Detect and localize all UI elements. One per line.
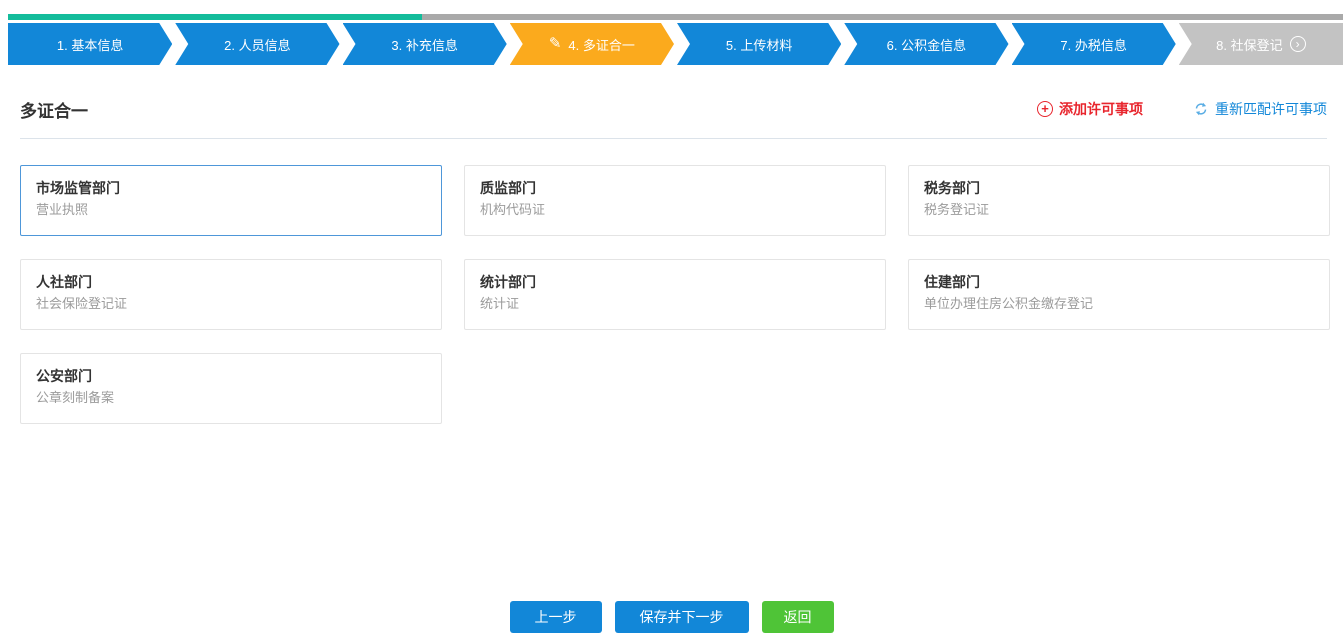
header-actions: + 添加许可事项 重新匹配许可事项 xyxy=(1037,99,1327,119)
certificate-card[interactable]: 质监部门机构代码证 xyxy=(464,165,886,236)
certificate-card[interactable]: 住建部门单位办理住房公积金缴存登记 xyxy=(908,259,1330,330)
wizard-step-label: 6. 公积金信息 xyxy=(887,35,966,54)
wizard-progress-track xyxy=(8,14,1343,20)
wizard-step-label: 2. 人员信息 xyxy=(224,35,290,54)
wizard-step-4[interactable]: ✎ 4. 多证合一 xyxy=(510,23,674,65)
back-button[interactable]: 返回 xyxy=(762,601,834,633)
refresh-icon xyxy=(1193,101,1209,117)
card-certificate: 统计证 xyxy=(480,293,870,314)
wizard-step-label: 3. 补充信息 xyxy=(391,35,457,54)
card-department: 质监部门 xyxy=(480,177,870,199)
certificate-card[interactable]: 统计部门统计证 xyxy=(464,259,886,330)
page-title: 多证合一 xyxy=(20,97,88,122)
wizard-step-2[interactable]: 2. 人员信息 xyxy=(175,23,339,65)
certificate-card[interactable]: 市场监管部门营业执照 xyxy=(20,165,442,236)
card-certificate: 税务登记证 xyxy=(924,199,1314,220)
card-certificate: 机构代码证 xyxy=(480,199,870,220)
wizard-step-label: 5. 上传材料 xyxy=(726,35,792,54)
wizard-step-1[interactable]: 1. 基本信息 xyxy=(8,23,172,65)
footer-buttons: 上一步 保存并下一步 返回 xyxy=(0,601,1343,633)
wizard-step-label: 1. 基本信息 xyxy=(57,35,123,54)
card-certificate: 公章刻制备案 xyxy=(36,387,426,408)
wizard-step-6[interactable]: 6. 公积金信息 xyxy=(844,23,1008,65)
save-next-button[interactable]: 保存并下一步 xyxy=(615,601,749,633)
wizard-progress-fill xyxy=(8,14,422,20)
card-certificate: 社会保险登记证 xyxy=(36,293,426,314)
plus-circle-icon: + xyxy=(1037,101,1053,117)
card-department: 税务部门 xyxy=(924,177,1314,199)
rematch-permit-label: 重新匹配许可事项 xyxy=(1215,99,1327,119)
page: 1. 基本信息 2. 人员信息 3. 补充信息 ✎ 4. 多证合一 5. 上传材料 6. 公… xyxy=(0,0,1343,643)
wizard-step-label: 4. 多证合一 xyxy=(568,35,634,54)
card-department: 公安部门 xyxy=(36,365,426,387)
chevron-circle-icon: › xyxy=(1290,36,1306,52)
certificate-card[interactable]: 公安部门公章刻制备案 xyxy=(20,353,442,424)
wizard-step-3[interactable]: 3. 补充信息 xyxy=(343,23,507,65)
wizard-stepper: 1. 基本信息 2. 人员信息 3. 补充信息 ✎ 4. 多证合一 5. 上传材料 6. 公… xyxy=(8,23,1343,65)
card-department: 住建部门 xyxy=(924,271,1314,293)
section-header: 多证合一 + 添加许可事项 重新匹配许可事项 xyxy=(20,94,1327,124)
certificate-card-grid: 市场监管部门营业执照质监部门机构代码证税务部门税务登记证人社部门社会保险登记证统… xyxy=(20,165,1330,424)
add-permit-link[interactable]: + 添加许可事项 xyxy=(1037,99,1143,119)
certificate-card[interactable]: 税务部门税务登记证 xyxy=(908,165,1330,236)
card-department: 人社部门 xyxy=(36,271,426,293)
wizard-step-8[interactable]: 8. 社保登记 › xyxy=(1179,23,1343,65)
card-department: 统计部门 xyxy=(480,271,870,293)
wizard-step-7[interactable]: 7. 办税信息 xyxy=(1012,23,1176,65)
prev-step-button[interactable]: 上一步 xyxy=(510,601,602,633)
wizard-step-5[interactable]: 5. 上传材料 xyxy=(677,23,841,65)
pencil-icon: ✎ xyxy=(549,36,562,51)
card-certificate: 营业执照 xyxy=(36,199,426,220)
wizard-step-label: 7. 办税信息 xyxy=(1060,35,1126,54)
card-certificate: 单位办理住房公积金缴存登记 xyxy=(924,293,1314,314)
wizard-step-label: 8. 社保登记 xyxy=(1216,35,1282,54)
add-permit-label: 添加许可事项 xyxy=(1059,99,1143,119)
divider xyxy=(20,138,1327,139)
card-department: 市场监管部门 xyxy=(36,177,426,199)
rematch-permit-link[interactable]: 重新匹配许可事项 xyxy=(1193,99,1327,119)
certificate-card[interactable]: 人社部门社会保险登记证 xyxy=(20,259,442,330)
